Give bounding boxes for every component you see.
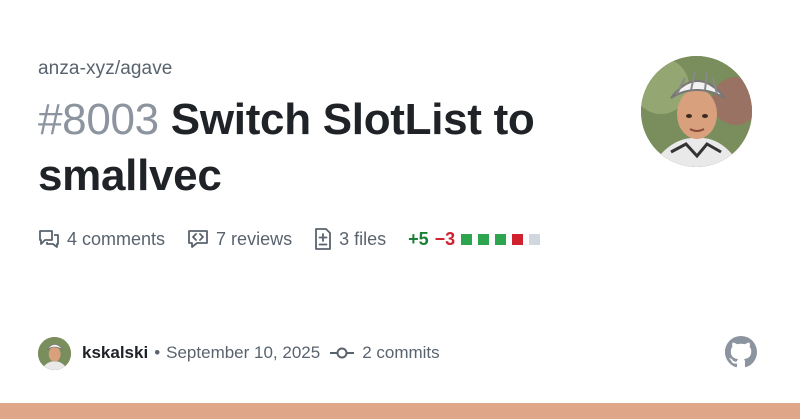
code-review-icon xyxy=(188,230,208,248)
language-color-bar xyxy=(0,403,800,419)
commits-count[interactable]: 2 commits xyxy=(362,343,439,363)
diffstat-block xyxy=(461,233,473,245)
files-count: 3 files xyxy=(339,228,387,249)
diffstat-block xyxy=(529,233,541,245)
pr-stats: 4 comments 7 reviews 3 files +5 −3 xyxy=(38,225,546,253)
diffstat-blocks xyxy=(461,229,546,250)
repo-name[interactable]: anza-xyz/agave xyxy=(38,58,172,80)
separator-dot: • xyxy=(154,343,161,362)
files-stat[interactable]: 3 files xyxy=(314,228,386,250)
commit-icon xyxy=(330,347,355,359)
additions-count: +5 xyxy=(408,228,429,249)
reviews-stat[interactable]: 7 reviews xyxy=(187,229,292,250)
diffstat-block xyxy=(512,233,524,245)
pr-date: September 10, 2025 xyxy=(166,343,321,362)
author-name[interactable]: kskalski xyxy=(82,343,148,363)
pr-title-heading: #8003 Switch SlotList to smallvec xyxy=(38,92,598,204)
avatar-photo xyxy=(641,56,752,167)
pr-footer: kskalski • September 10, 2025 2 commits xyxy=(38,336,440,370)
pr-number: #8003 xyxy=(38,95,159,144)
file-diff-icon xyxy=(315,228,331,250)
comments-count: 4 comments xyxy=(67,228,166,249)
comments-stat[interactable]: 4 comments xyxy=(38,229,165,250)
diffstat-block xyxy=(478,233,490,245)
deletions-count: −3 xyxy=(434,228,456,249)
comments-icon xyxy=(39,230,59,248)
author-avatar-small[interactable] xyxy=(38,336,71,370)
diffstat-block xyxy=(495,233,507,245)
reviews-count: 7 reviews xyxy=(216,228,293,249)
avatar-photo xyxy=(38,336,71,370)
author-avatar-large xyxy=(641,56,752,167)
github-logo-icon[interactable] xyxy=(725,336,757,368)
